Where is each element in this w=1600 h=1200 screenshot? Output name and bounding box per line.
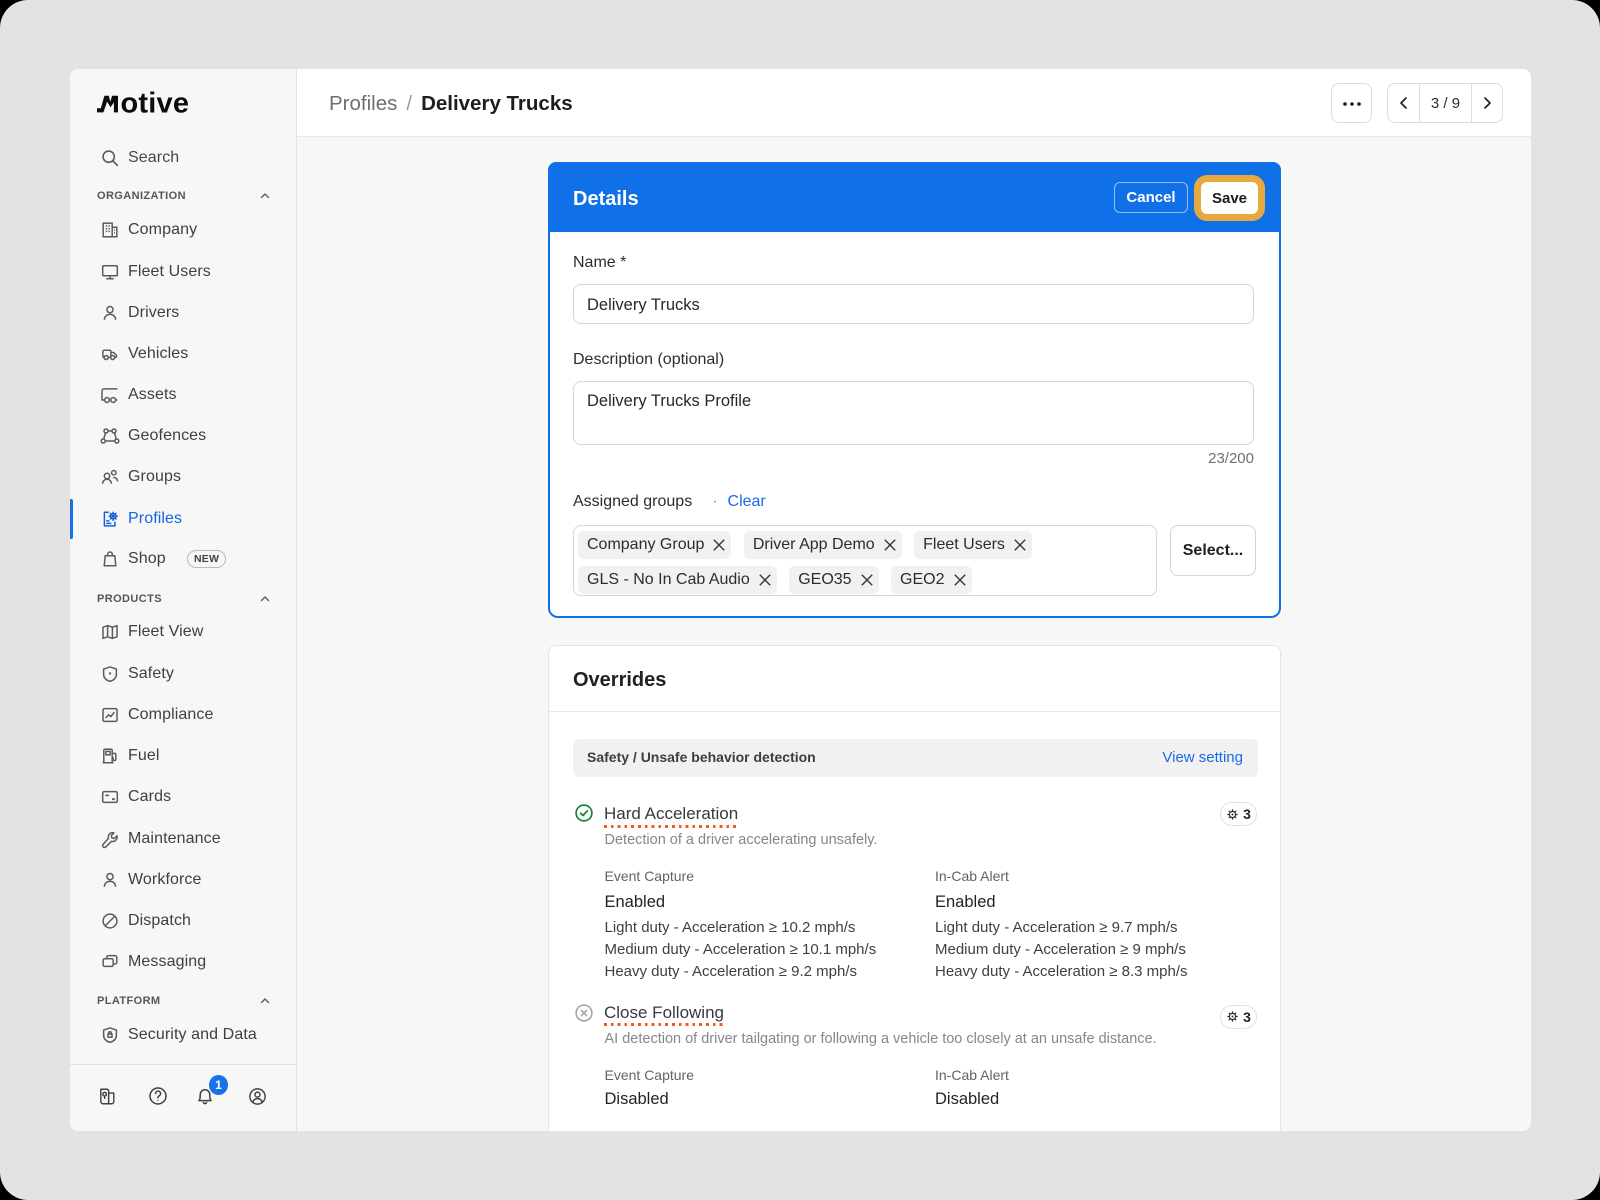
svg-text:otive: otive [121, 87, 190, 119]
